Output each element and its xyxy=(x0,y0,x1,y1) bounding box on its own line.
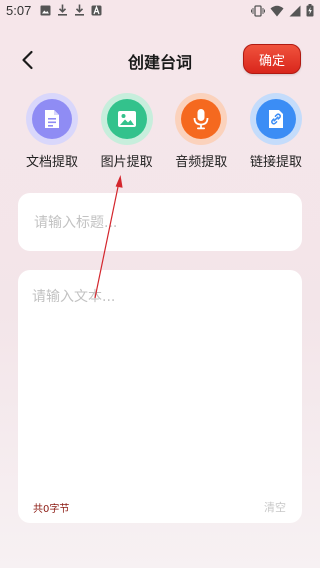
status-bar: 5:07 xyxy=(0,0,320,24)
document-icon xyxy=(45,110,59,128)
link-extract-button[interactable]: 链接提取 xyxy=(244,93,308,170)
document-extract-button[interactable]: 文档提取 xyxy=(20,93,84,170)
signal-icon xyxy=(289,5,301,17)
text-card: 共0字节 清空 xyxy=(18,270,302,523)
tool-label: 链接提取 xyxy=(249,155,302,170)
wifi-icon xyxy=(270,5,284,17)
byte-count: 共0字节 xyxy=(33,504,70,515)
image-extract-button[interactable]: 图片提取 xyxy=(95,93,159,170)
notification-icons xyxy=(40,4,102,16)
text-input[interactable] xyxy=(32,286,288,486)
image-icon xyxy=(117,111,136,127)
download-notification-icon xyxy=(74,4,85,16)
audio-extract-button[interactable]: 音频提取 xyxy=(169,93,233,170)
image-notification-icon xyxy=(40,5,51,16)
status-time: 5:07 xyxy=(6,3,32,18)
app-a-notification-icon xyxy=(91,4,102,16)
extract-tools: 文档提取 图片提取 音频提取 链接提取 xyxy=(20,93,308,170)
tool-label: 图片提取 xyxy=(100,155,153,170)
battery-charging-icon xyxy=(306,4,314,17)
vibrate-icon xyxy=(251,4,265,17)
microphone-icon xyxy=(193,109,209,130)
system-icons xyxy=(251,4,314,17)
link-icon xyxy=(268,110,283,128)
title-input[interactable] xyxy=(32,193,286,253)
header: 创建台词 确定 xyxy=(0,40,320,80)
tool-label: 音频提取 xyxy=(175,155,228,170)
clear-button[interactable]: 清空 xyxy=(264,499,286,515)
confirm-button[interactable]: 确定 xyxy=(243,44,301,74)
tool-label: 文档提取 xyxy=(25,155,78,170)
download-notification-icon xyxy=(57,4,68,16)
title-card xyxy=(18,193,302,253)
